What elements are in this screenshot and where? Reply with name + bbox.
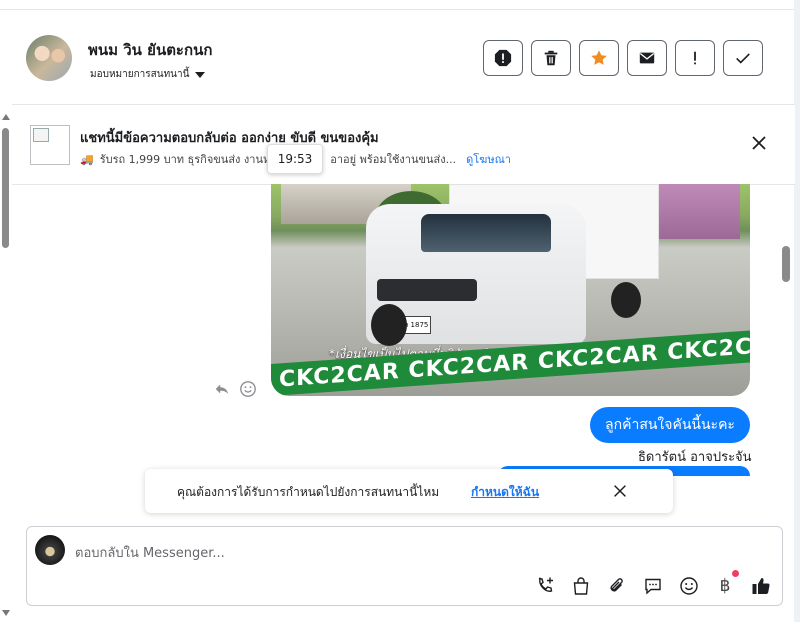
mail-icon — [639, 52, 655, 64]
chat-scroll-thumb[interactable] — [782, 246, 790, 282]
scroll-down-arrow-icon[interactable] — [2, 610, 10, 616]
attach-button[interactable] — [605, 574, 629, 598]
assign-to-me-link[interactable]: กำหนดให้ฉัน — [471, 483, 539, 502]
outgoing-message-bubble[interactable]: ลูกค้าสนใจคันนี้นะคะ — [590, 407, 750, 443]
view-ad-link[interactable]: ดูโฆษณา — [466, 150, 511, 168]
mark-done-button[interactable] — [723, 40, 763, 76]
truck-wheel-front — [371, 304, 407, 346]
header-actions — [483, 40, 763, 76]
emoji-button[interactable] — [677, 574, 701, 598]
exclamation-icon — [694, 51, 696, 65]
top-strip — [0, 0, 800, 10]
shop-button[interactable] — [569, 574, 593, 598]
page-scrollbar[interactable] — [0, 112, 12, 622]
call-button[interactable] — [533, 574, 557, 598]
saved-reply-button[interactable] — [641, 574, 665, 598]
check-icon — [736, 53, 750, 64]
assign-question: คุณต้องการได้รับการกำหนดไปยังการสนทนานี้… — [177, 485, 440, 499]
scroll-thumb[interactable] — [2, 128, 9, 248]
star-button[interactable] — [579, 40, 619, 76]
contact-name[interactable]: พนม วิน ยันตะกนก — [88, 38, 212, 62]
thumbs-up-icon — [752, 578, 770, 594]
truck-grille — [377, 279, 477, 301]
ad-subtitle-text: รับรถ 1,999 บาท ธุรกิจขนส่ง งานห — [99, 153, 271, 166]
report-button[interactable] — [483, 40, 523, 76]
message-sender-name: ธิดารัตน์ อาจประจัน — [638, 450, 752, 465]
truck-windshield — [421, 214, 551, 252]
ad-banner[interactable]: แชทนี้มีข้อความตอบกลับต่อ ออกง่าย ขับดี … — [12, 105, 795, 185]
close-icon[interactable] — [611, 482, 629, 500]
truck-wheel-rear — [611, 282, 641, 318]
ad-title: แชทนี้มีข้อความตอบกลับต่อ ออกง่าย ขับดี … — [80, 131, 379, 146]
payment-button[interactable]: ฿ — [713, 570, 739, 598]
contact-avatar[interactable] — [26, 35, 72, 81]
caret-down-icon — [195, 71, 206, 78]
message-actions — [213, 380, 257, 398]
composer-toolbar: ฿ — [533, 570, 773, 598]
baht-icon: ฿ — [719, 576, 731, 596]
shopping-bag-icon — [573, 577, 589, 595]
reply-composer[interactable]: ตอบกลับใน Messenger... ฿ — [26, 526, 783, 606]
page-avatar — [35, 535, 65, 565]
close-icon[interactable] — [749, 133, 769, 153]
mark-unread-button[interactable] — [627, 40, 667, 76]
ad-thumbnail[interactable] — [30, 125, 70, 165]
photo-building-right — [645, 184, 740, 239]
scroll-up-arrow-icon[interactable] — [2, 114, 10, 120]
assign-conversation-dropdown[interactable]: มอบหมายการสนทนานี้ — [90, 67, 206, 82]
image-message[interactable]: ผห 1875 *เงื่อนไขเป็นไปตามที่บริษัทฯ กำห… — [271, 184, 750, 396]
paperclip-icon — [610, 578, 623, 592]
mark-important-button[interactable] — [675, 40, 715, 76]
like-button[interactable] — [749, 574, 773, 598]
delete-button[interactable] — [531, 40, 571, 76]
star-icon — [591, 50, 607, 65]
reply-input[interactable]: ตอบกลับใน Messenger... — [75, 542, 225, 563]
trash-icon — [544, 50, 558, 66]
assign-label: มอบหมายการสนทนานี้ — [90, 69, 190, 80]
chat-bubble-icon — [645, 578, 661, 595]
reply-icon[interactable] — [213, 380, 231, 398]
ad-subtitle-tail: อาอยู่ พร้อมใช้งานขนส่ง... — [330, 153, 457, 166]
report-icon — [494, 49, 512, 67]
emoji-react-icon[interactable] — [239, 380, 257, 398]
assign-prompt: คุณต้องการได้รับการกำหนดไปยังการสนทนานี้… — [145, 469, 673, 513]
phone-plus-icon — [538, 577, 553, 592]
notification-dot — [732, 570, 739, 577]
truck-icon: 🚚 — [80, 152, 94, 166]
timestamp-tooltip: 19:53 — [267, 144, 323, 174]
conversation-header: พนม วิน ยันตะกนก มอบหมายการสนทนานี้ — [12, 11, 795, 105]
smiley-icon — [680, 577, 698, 595]
